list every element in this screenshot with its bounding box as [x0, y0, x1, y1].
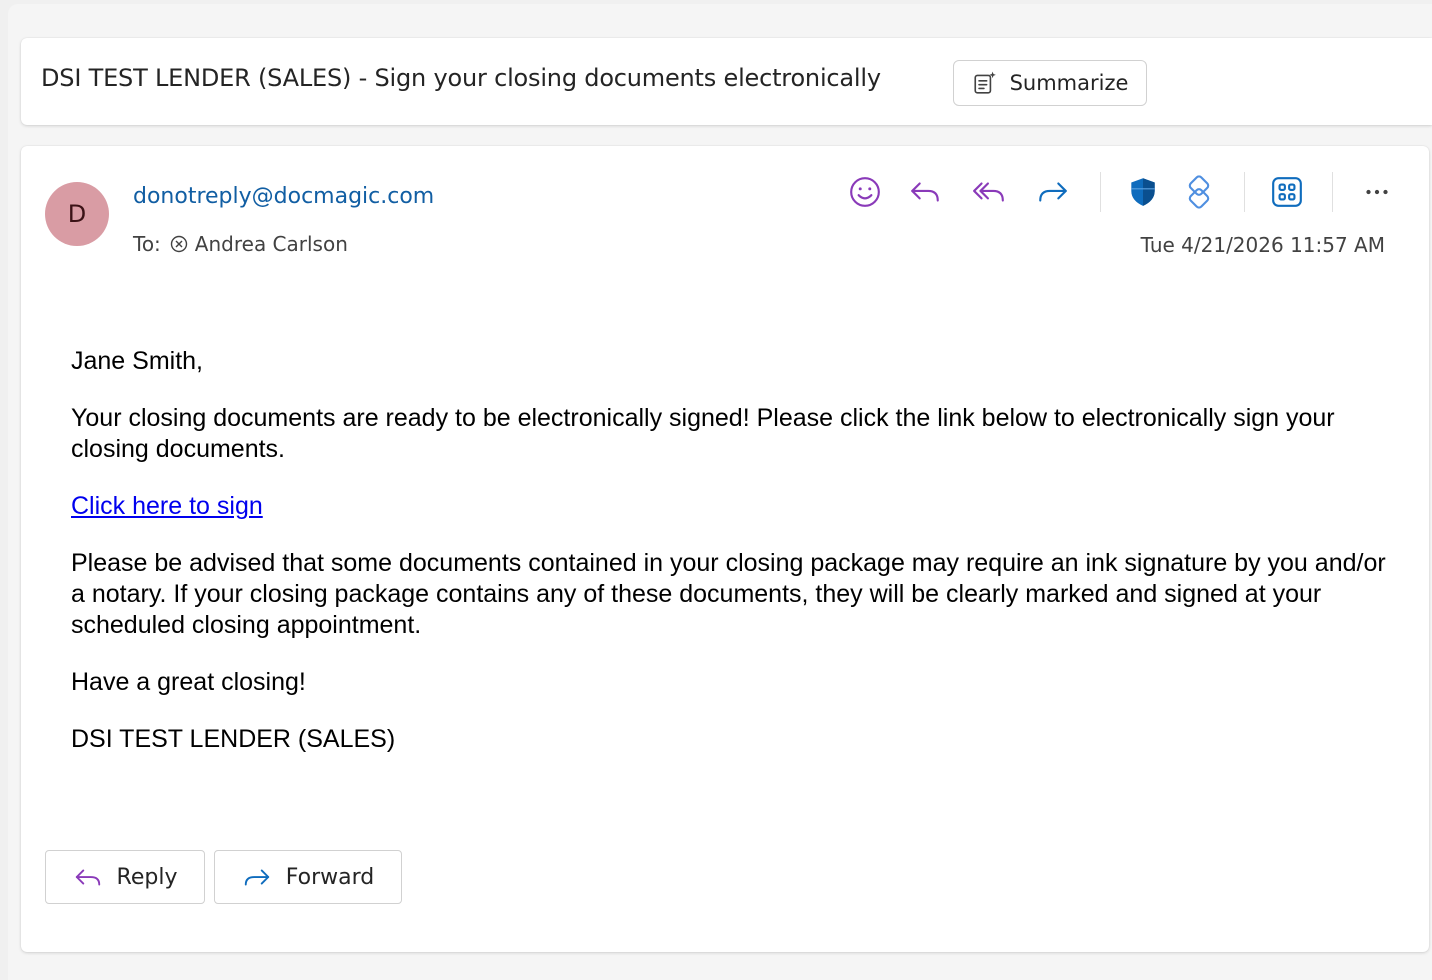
- forward-toolbar-button[interactable]: [1031, 170, 1075, 214]
- more-icon: [1366, 189, 1388, 195]
- recipient-name: Andrea Carlson: [194, 232, 348, 256]
- recipients-line: To: Andrea Carlson: [133, 232, 348, 256]
- reply-icon: [911, 182, 939, 202]
- apps-icon: [1272, 177, 1302, 207]
- react-button[interactable]: [843, 170, 887, 214]
- reply-all-toolbar-button[interactable]: [967, 170, 1011, 214]
- avatar[interactable]: D: [45, 182, 109, 246]
- email-subject: DSI TEST LENDER (SALES) - Sign your clos…: [41, 64, 881, 92]
- toolbar-separator: [1332, 172, 1333, 212]
- sign-link[interactable]: Click here to sign: [71, 492, 263, 520]
- shield-icon: [1131, 178, 1155, 206]
- toolbar-separator: [1244, 172, 1245, 212]
- reply-toolbar-button[interactable]: [903, 170, 947, 214]
- message-body: Jane Smith, Your closing documents are r…: [71, 346, 1391, 781]
- message-timestamp: Tue 4/21/2026 11:57 AM: [1140, 233, 1385, 257]
- summarize-button[interactable]: Summarize: [953, 60, 1147, 106]
- toolbar-separator: [1100, 172, 1101, 212]
- forward-button[interactable]: Forward: [214, 850, 402, 904]
- summarize-label: Summarize: [1009, 71, 1129, 95]
- immersive-reader-icon: [1188, 175, 1210, 209]
- reply-button[interactable]: Reply: [45, 850, 205, 904]
- to-label: To:: [133, 232, 161, 256]
- closing-line: Have a great closing!: [71, 668, 306, 696]
- more-actions-button[interactable]: [1355, 170, 1399, 214]
- sign-link-paragraph: Click here to sign: [71, 491, 1391, 522]
- protection-button[interactable]: [1121, 170, 1165, 214]
- immersive-reader-button[interactable]: [1177, 170, 1221, 214]
- subject-bar: DSI TEST LENDER (SALES) - Sign your clos…: [21, 38, 1432, 125]
- sender-address[interactable]: donotreply@docmagic.com: [133, 184, 434, 209]
- body-paragraph: Please be advised that some documents co…: [71, 549, 1386, 639]
- forward-label: Forward: [285, 864, 375, 890]
- message-card: D donotreply@docmagic.com To: Andrea Car…: [21, 146, 1429, 952]
- forward-icon: [1039, 182, 1067, 202]
- emoji-icon: [850, 177, 880, 207]
- forward-icon: [244, 869, 269, 886]
- recipient-chip[interactable]: Andrea Carlson: [169, 232, 348, 256]
- body-paragraph: Your closing documents are ready to be e…: [71, 404, 1335, 463]
- recipient-status-icon: [170, 235, 187, 253]
- reply-all-icon: [973, 182, 1004, 202]
- signature: DSI TEST LENDER (SALES): [71, 725, 396, 753]
- apps-button[interactable]: [1265, 170, 1309, 214]
- reply-icon: [75, 869, 100, 886]
- greeting: Jane Smith,: [71, 347, 204, 375]
- reply-label: Reply: [116, 864, 178, 890]
- summarize-icon: [974, 71, 996, 94]
